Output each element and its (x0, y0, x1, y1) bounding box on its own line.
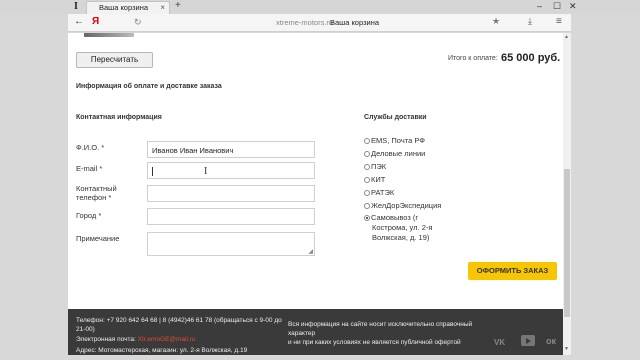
place-order-button[interactable]: ОФОРМИТЬ ЗАКАЗ (468, 262, 557, 280)
phone-label: Контактный телефон * (76, 184, 117, 202)
url-page-title[interactable]: Ваша корзина (330, 18, 379, 27)
close-tab-icon[interactable]: × (160, 3, 165, 12)
delivery-option-pickup[interactable]: Самовывоз (г (364, 213, 418, 222)
delivery-option-label: РАТЭК (371, 188, 395, 197)
download-icon[interactable]: ⤓ (528, 16, 532, 27)
resize-handle-icon[interactable]: ◢ (308, 248, 313, 255)
browser-tab-cart[interactable]: Ваша корзина × (86, 1, 170, 14)
odnoklassniki-icon[interactable]: ок (546, 336, 556, 346)
back-arrow-icon[interactable]: ← (74, 16, 84, 27)
radio-icon[interactable] (364, 151, 370, 157)
delivery-option-label: Деловые линии (371, 149, 426, 158)
total-label: Итого к оплате: (448, 55, 498, 62)
delivery-option-zheldor[interactable]: ЖелДорЭкспедиция (364, 201, 441, 210)
ibeam-cursor-icon: I (204, 166, 208, 177)
note-textarea[interactable]: ◢ (147, 232, 315, 256)
delivery-option-label: EMS, Почта РФ (371, 136, 425, 145)
window-close-icon[interactable]: ✕ (569, 1, 577, 12)
delivery-option-label: Самовывоз (г (371, 213, 419, 222)
delivery-option-ratek[interactable]: РАТЭК (364, 188, 394, 197)
vk-icon[interactable]: VK (494, 338, 505, 347)
radio-selected-icon[interactable] (364, 215, 370, 221)
product-image-fragment (84, 33, 134, 37)
radio-icon[interactable] (364, 177, 370, 183)
footer-email-label: Электронная почта: (76, 336, 136, 343)
delivery-option-label: ПЭК (371, 162, 387, 171)
delivery-option-pek[interactable]: ПЭК (364, 162, 386, 171)
tab-title: Ваша корзина (99, 3, 149, 12)
delivery-option-ems[interactable]: EMS, Почта РФ (364, 136, 425, 145)
radio-icon[interactable] (364, 164, 370, 170)
pickup-address-line1: Кострома, ул. 2-я (372, 223, 433, 232)
radio-icon[interactable] (364, 190, 370, 196)
footer-disclaimer-line2: характер (288, 330, 316, 337)
footer-phone-line1: Телефон: +7 920 642 64 68 | 8 (4942)46 6… (76, 317, 282, 324)
minimize-icon[interactable]: – (537, 1, 542, 11)
email-label: E-mail * (76, 164, 103, 173)
yandex-logo-icon[interactable]: Я (92, 16, 99, 27)
site-footer: Телефон: +7 920 642 64 68 | 8 (4942)46 6… (68, 309, 563, 355)
recalculate-button[interactable]: Пересчитать (76, 52, 153, 68)
delivery-option-kit[interactable]: КИТ (364, 175, 385, 184)
pickup-address-line2: Волжская, д. 19) (372, 233, 430, 242)
phone-input[interactable] (147, 185, 315, 202)
city-input[interactable] (147, 208, 315, 225)
text-caret (152, 167, 153, 176)
footer-disclaimer-line3: и ни при каких условиях не является публ… (288, 339, 461, 346)
reload-icon[interactable]: ↻ (134, 17, 142, 28)
scrollbar-thumb[interactable] (564, 169, 570, 317)
radio-icon[interactable] (364, 203, 370, 209)
scroll-up-icon[interactable]: ▲ (564, 34, 569, 40)
page-viewport: Пересчитать Итого к оплате: 65 000 руб. … (68, 33, 571, 355)
browser-tab-bar: I Ваша корзина × + – ☐ ✕ (0, 0, 640, 14)
delivery-option-label: КИТ (371, 175, 386, 184)
fio-input[interactable]: Иванов Иван Иванович (147, 141, 315, 158)
maximize-icon[interactable]: ☐ (553, 1, 561, 12)
delivery-section-title: Службы доставки (364, 114, 427, 121)
url-host[interactable]: xtreme-motors.ru (276, 18, 333, 27)
footer-email: Электронная почта: Xtr.emoGE@mail.ru (76, 336, 196, 344)
youtube-icon[interactable] (521, 335, 535, 346)
browser-menu-icon[interactable]: ≡ (556, 16, 562, 27)
order-section-title: Информация об оплате и доставке заказа (76, 83, 222, 90)
note-label: Примечание (76, 234, 120, 243)
address-bar[interactable]: ← Я ↻ xtreme-motors.ru Ваша корзина ★ ⤓ … (68, 14, 571, 32)
footer-address: Адрес: Мотомастерская, магазин: ул. 2-я … (76, 347, 248, 354)
delivery-option-delovye-linii[interactable]: Деловые линии (364, 149, 425, 158)
footer-disclaimer-line1: Вся информация на сайте носит исключител… (288, 321, 473, 328)
footer-email-link[interactable]: Xtr.emoGE@mail.ru (138, 336, 196, 343)
bookmark-star-icon[interactable]: ★ (492, 16, 500, 27)
delivery-option-label: ЖелДорЭкспедиция (371, 201, 442, 210)
footer-phone-line2: 21-00) (76, 326, 95, 333)
browser-logo-icon[interactable]: I (74, 1, 78, 12)
new-tab-icon[interactable]: + (175, 0, 181, 11)
scroll-down-icon[interactable]: ▼ (564, 346, 569, 352)
total-value: 65 000 руб. (501, 52, 561, 64)
email-input[interactable] (147, 162, 315, 179)
contact-section-title: Контактная информация (76, 114, 162, 121)
city-label: Город * (76, 211, 102, 220)
fio-label: Ф.И.О. * (76, 143, 105, 152)
radio-icon[interactable] (364, 138, 370, 144)
